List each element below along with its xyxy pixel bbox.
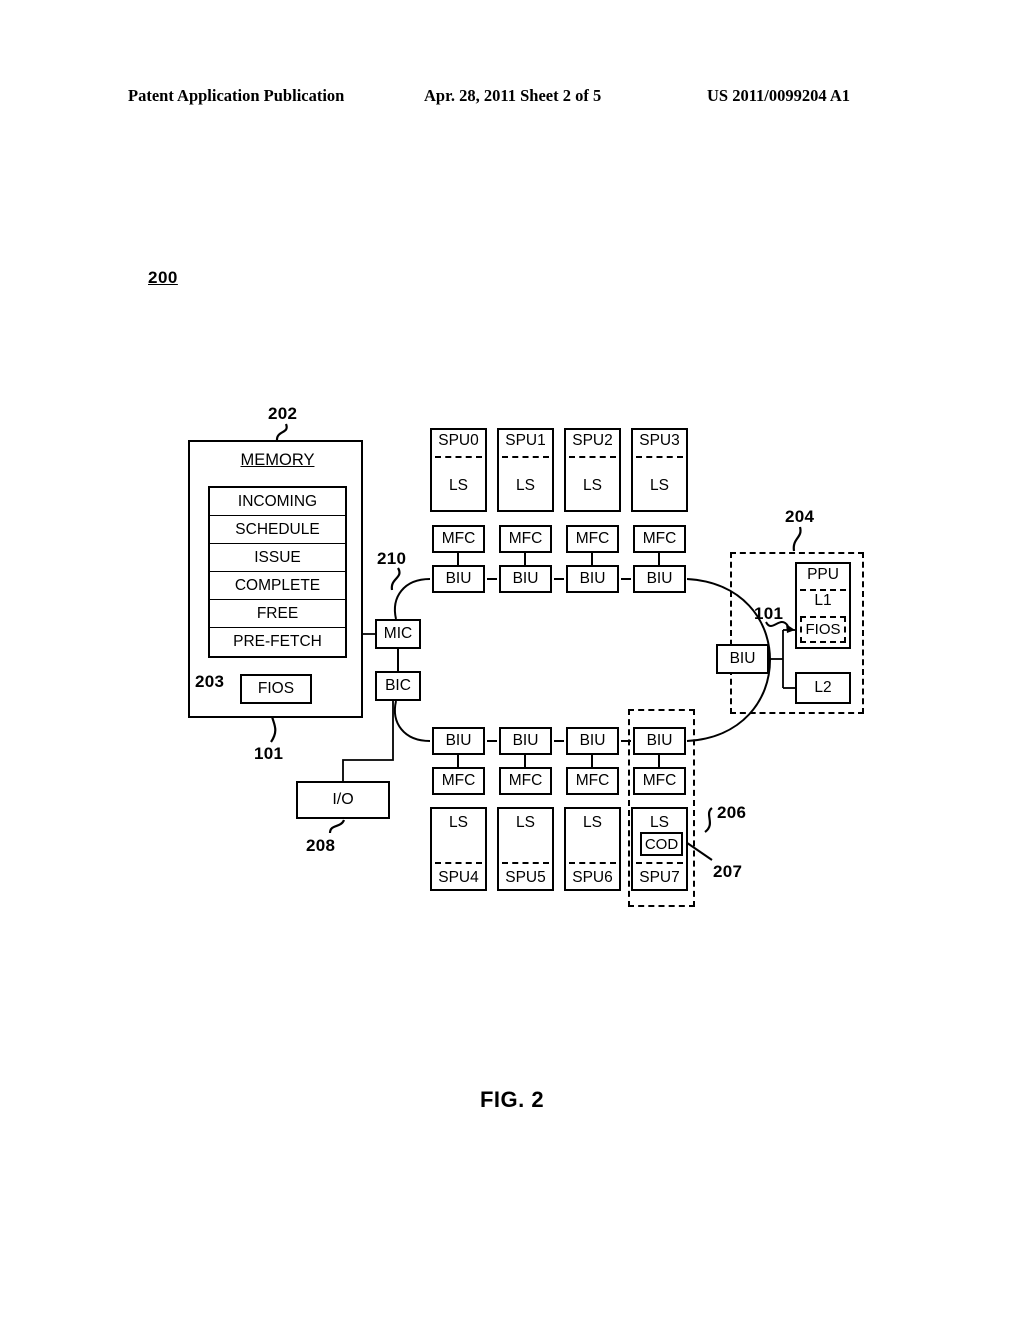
spu7-mfc-block: MFC (633, 767, 686, 795)
ref-numeral-206: 206 (717, 803, 747, 822)
memory-queue-incoming: INCOMING (210, 488, 345, 516)
spu6-label: SPU6 (572, 868, 613, 886)
spu7-biu-block: BIU (633, 727, 686, 755)
spu1-divider (502, 456, 549, 458)
figure-2-diagram: MEMORY INCOMING SCHEDULE ISSUE COMPLETE … (0, 0, 1024, 1320)
ppu-label: PPU (807, 566, 839, 583)
ref-numeral-101-memory: 101 (254, 744, 284, 763)
ppu-fios-block: FIOS (800, 616, 846, 643)
spu6-block: LS SPU6 (564, 807, 621, 891)
diagram-connector-lines (227, 423, 802, 861)
ref-numeral-207: 207 (713, 862, 743, 881)
memory-queue-issue: ISSUE (210, 544, 345, 572)
spu2-biu-block: BIU (566, 565, 619, 593)
memory-fios-block: FIOS (240, 674, 312, 704)
spu1-label: SPU1 (505, 432, 546, 449)
figure-caption: FIG. 2 (479, 1087, 545, 1112)
spu4-block: LS SPU4 (430, 807, 487, 891)
spu3-label: SPU3 (639, 432, 680, 449)
spu3-mfc-block: MFC (633, 525, 686, 553)
spu1-block: SPU1 LS (497, 428, 554, 512)
spu6-divider (569, 862, 616, 864)
spu7-cod-block: COD (640, 832, 683, 856)
spu3-biu-block: BIU (633, 565, 686, 593)
memory-queue-schedule: SCHEDULE (210, 516, 345, 544)
spu6-biu-block: BIU (566, 727, 619, 755)
spu5-divider (502, 862, 549, 864)
spu6-ls-label: LS (583, 814, 602, 831)
ref-numeral-203: 203 (195, 672, 225, 691)
ref-numeral-202: 202 (268, 404, 298, 423)
spu7-block: LS COD SPU7 (631, 807, 688, 891)
spu1-mfc-block: MFC (499, 525, 552, 553)
memory-queue-list: INCOMING SCHEDULE ISSUE COMPLETE FREE PR… (208, 486, 347, 658)
spu1-biu-block: BIU (499, 565, 552, 593)
spu5-mfc-block: MFC (499, 767, 552, 795)
spu5-biu-block: BIU (499, 727, 552, 755)
spu0-divider (435, 456, 482, 458)
ppu-divider (800, 589, 846, 591)
ppu-biu-block: BIU (716, 644, 769, 674)
spu6-mfc-block: MFC (566, 767, 619, 795)
memory-title: MEMORY (240, 451, 315, 469)
spu7-divider (636, 862, 683, 864)
l2-cache-block: L2 (795, 672, 851, 704)
spu2-ls-label: LS (583, 477, 602, 494)
memory-queue-free: FREE (210, 600, 345, 628)
spu0-mfc-block: MFC (432, 525, 485, 553)
spu5-ls-label: LS (516, 814, 535, 831)
spu7-label: SPU7 (639, 868, 680, 886)
spu3-block: SPU3 LS (631, 428, 688, 512)
io-block: I/O (296, 781, 390, 819)
ref-numeral-208: 208 (306, 836, 336, 855)
ref-numeral-204: 204 (785, 507, 815, 526)
spu4-divider (435, 862, 482, 864)
ref-numeral-101-ppu: 101 (754, 604, 784, 623)
spu1-ls-label: LS (516, 477, 535, 494)
spu0-block: SPU0 LS (430, 428, 487, 512)
spu4-label: SPU4 (438, 868, 479, 886)
spu0-label: SPU0 (438, 432, 479, 449)
spu7-ls-label: LS (650, 814, 669, 831)
spu3-divider (636, 456, 683, 458)
spu2-label: SPU2 (572, 432, 613, 449)
spu0-ls-label: LS (449, 477, 468, 494)
spu4-mfc-block: MFC (432, 767, 485, 795)
ppu-l1-label: L1 (814, 592, 832, 609)
ref-numeral-210: 210 (377, 549, 407, 568)
spu2-divider (569, 456, 616, 458)
spu5-block: LS SPU5 (497, 807, 554, 891)
ppu-block: PPU L1 FIOS (795, 562, 851, 649)
bic-block: BIC (375, 671, 421, 701)
spu4-ls-label: LS (449, 814, 468, 831)
memory-queue-prefetch: PRE-FETCH (233, 633, 322, 651)
spu0-biu-block: BIU (432, 565, 485, 593)
spu3-ls-label: LS (650, 477, 669, 494)
spu2-block: SPU2 LS (564, 428, 621, 512)
spu2-mfc-block: MFC (566, 525, 619, 553)
spu4-biu-block: BIU (432, 727, 485, 755)
memory-queue-complete: COMPLETE (210, 572, 345, 600)
spu5-label: SPU5 (505, 868, 546, 886)
mic-block: MIC (375, 619, 421, 649)
